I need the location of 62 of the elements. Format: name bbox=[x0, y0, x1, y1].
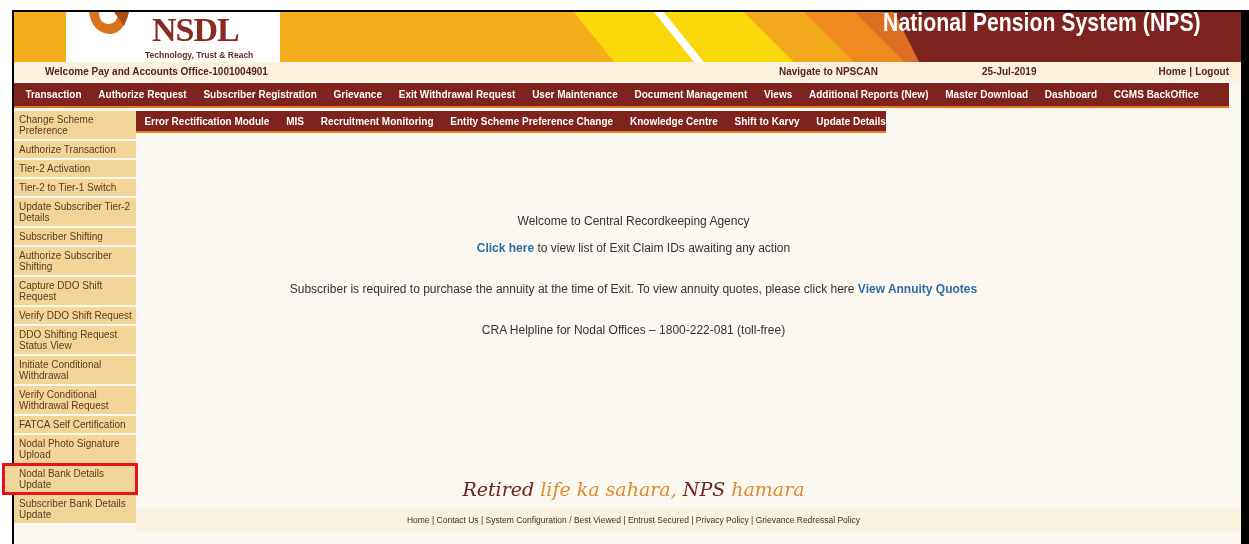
footer-link[interactable]: System Configuration / Best Viewed bbox=[485, 514, 621, 525]
separator-text: | bbox=[430, 514, 436, 525]
logo-text: NSDL bbox=[152, 12, 239, 48]
separator-text: | bbox=[750, 514, 755, 525]
sidebar-item[interactable]: FATCA Self Certification bbox=[14, 416, 136, 433]
sidebar-item[interactable]: Authorize Transaction bbox=[14, 141, 136, 158]
separator-text: | bbox=[479, 514, 485, 525]
sidebar-item[interactable]: Tier-2 Activation bbox=[14, 160, 136, 177]
slogan-text: Retired life ka sahara, NPS hamara bbox=[461, 477, 806, 502]
nav-link-item[interactable]: User Maintenance bbox=[523, 87, 627, 102]
nav-link-item[interactable]: Grievance bbox=[325, 87, 391, 102]
sidebar-item[interactable]: Subscriber Bank Details Update bbox=[14, 495, 136, 523]
sidebar-item[interactable]: Capture DDO Shift Request bbox=[14, 277, 136, 305]
sidebar-item[interactable]: Tier-2 to Tier-1 Switch bbox=[14, 179, 136, 196]
nav-link-item[interactable]: CGMS BackOffice bbox=[1105, 87, 1208, 102]
header-link[interactable]: Logout bbox=[1195, 64, 1229, 79]
sidebar-item[interactable]: Update Subscriber Tier-2 Details bbox=[14, 198, 136, 226]
sidebar-item[interactable]: Nodal Photo Signature Upload bbox=[14, 435, 136, 463]
footer-link[interactable]: Grievance Redressal Policy bbox=[755, 514, 861, 525]
nav-link-item[interactable]: Document Management bbox=[626, 87, 756, 102]
site-title: National Pension System (NPS) bbox=[883, 12, 1201, 38]
separator-text: | bbox=[1189, 65, 1193, 79]
welcome-heading: Welcome to Central Recordkeeping Agency bbox=[516, 213, 751, 230]
sidebar-item[interactable]: Authorize Subscriber Shifting bbox=[14, 247, 136, 275]
separator-text: | bbox=[622, 514, 627, 525]
nav-link-item[interactable]: Entity Scheme Preference Change bbox=[441, 113, 622, 129]
nav-link-item[interactable]: Knowledge Centre bbox=[621, 113, 727, 129]
separator-text: | bbox=[690, 514, 695, 525]
date-text: 25-Jul-2019 bbox=[982, 65, 1038, 79]
nav-link-item[interactable]: Additional Reports (New) bbox=[800, 87, 937, 102]
nav-link-item[interactable]: Update Details bbox=[807, 113, 895, 129]
annuity-quotes-link[interactable]: View Annuity Quotes bbox=[857, 282, 978, 296]
nav-link-item[interactable]: MIS bbox=[277, 113, 313, 129]
header-link[interactable]: Home bbox=[1158, 64, 1187, 79]
sidebar-item[interactable]: Verify Conditional Withdrawal Request bbox=[14, 386, 136, 414]
exit-claims-link[interactable]: Click here bbox=[476, 241, 535, 255]
navigate-link[interactable]: Navigate to NPSCAN bbox=[779, 64, 982, 79]
footer-link[interactable]: Contact Us bbox=[436, 514, 479, 525]
nav-link-item[interactable]: Dashboard bbox=[1036, 87, 1106, 102]
exit-claims-text: Click here to view list of Exit Claim IDs awaiting any action bbox=[475, 240, 792, 257]
footer-link[interactable]: Home bbox=[406, 514, 430, 525]
nav-link-item[interactable]: Authorize Request bbox=[89, 87, 196, 102]
nav-link-item[interactable]: Exit Withdrawal Request bbox=[390, 87, 524, 102]
nav-link-item[interactable]: Subscriber Registration bbox=[195, 87, 326, 102]
annuity-text: Subscriber is required to purchase the annuity at the time of Exit. To view annuity quotes, please click here View Annuity Quotes bbox=[288, 281, 979, 298]
footer-link[interactable]: Entrust Secured bbox=[627, 514, 689, 525]
helpline-text: CRA Helpline for Nodal Offices – 1800-222-081 (toll-free) bbox=[480, 322, 787, 339]
footer-link[interactable]: Privacy Policy bbox=[695, 514, 749, 525]
nav-link-item[interactable]: Recruitment Monitoring bbox=[312, 113, 442, 129]
nav-link-item[interactable]: Shift to Karvy bbox=[726, 113, 808, 129]
nav-link-item[interactable]: Views bbox=[755, 87, 801, 102]
welcome-text: Welcome Pay and Accounts Office-1001004901 bbox=[45, 65, 269, 79]
sidebar-item[interactable]: Verify DDO Shift Request bbox=[14, 307, 136, 324]
nav-link-item[interactable]: Transaction bbox=[17, 87, 90, 102]
nav-link-item[interactable]: Master Download bbox=[936, 87, 1037, 102]
logo-tagline: Technology, Trust & Reach bbox=[145, 49, 254, 62]
nav-link-item[interactable]: Error Rectification Module bbox=[136, 113, 278, 129]
sidebar-item[interactable]: Initiate Conditional Withdrawal bbox=[14, 356, 136, 384]
sidebar-item[interactable]: Nodal Bank Details Update bbox=[4, 465, 136, 493]
sidebar-item[interactable]: Subscriber Shifting bbox=[14, 228, 136, 245]
sidebar-item[interactable]: Change Scheme Preference bbox=[14, 111, 136, 139]
sidebar-item[interactable]: DDO Shifting Request Status View bbox=[14, 326, 136, 354]
